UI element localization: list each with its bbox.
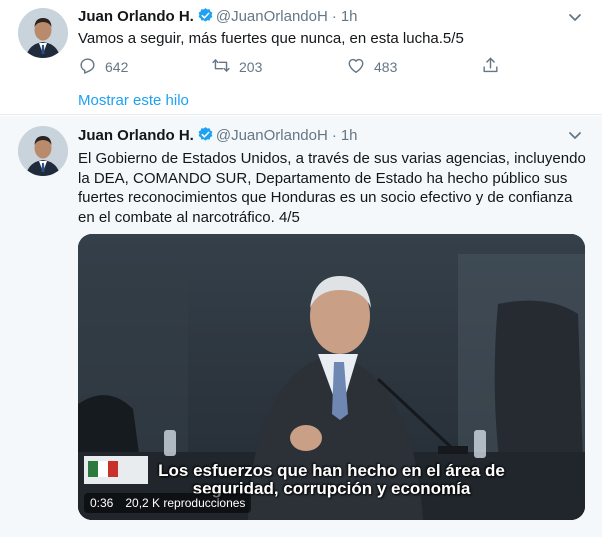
like-button[interactable]: 483 bbox=[346, 56, 397, 78]
share-icon bbox=[481, 56, 508, 78]
verified-badge-icon bbox=[197, 7, 214, 30]
author-name[interactable]: Juan Orlando H. bbox=[78, 127, 194, 144]
reply-button[interactable]: 642 bbox=[78, 56, 128, 78]
tweet-text: El Gobierno de Estados Unidos, a través … bbox=[78, 149, 593, 227]
tweet-text: Vamos a seguir, más fuertes que nunca, e… bbox=[78, 30, 464, 47]
avatar[interactable] bbox=[18, 8, 68, 58]
tweet-text-line: El Gobierno de Estados Unidos, a través … bbox=[78, 150, 586, 167]
video-player[interactable]: Los esfuerzos que han hecho en el área d… bbox=[78, 234, 585, 520]
tweet-text-line: fuertes reconocimientos que Honduras es … bbox=[78, 189, 573, 206]
separator-dot: · bbox=[331, 8, 337, 25]
reply-icon bbox=[78, 56, 105, 78]
separator-dot: · bbox=[331, 127, 337, 144]
author-name[interactable]: Juan Orlando H. bbox=[78, 8, 194, 25]
like-count: 483 bbox=[374, 59, 398, 75]
verified-badge-icon bbox=[197, 126, 214, 149]
tweet-5-of-5[interactable]: Juan Orlando H. @JuanOrlandoH · 1h Vamos a … bbox=[0, 0, 602, 115]
retweet-icon bbox=[211, 56, 239, 78]
show-thread-link[interactable]: Mostrar este hilo bbox=[78, 92, 189, 109]
chevron-down-icon[interactable] bbox=[566, 126, 584, 144]
tweet-text-line: la DEA, COMANDO SUR, Departamento de Est… bbox=[78, 169, 568, 187]
tweet-4-of-5[interactable]: Juan Orlando H. @JuanOrlandoH · 1h El Gobie… bbox=[0, 116, 602, 537]
tweet-header: Juan Orlando H. @JuanOrlandoH · 1h bbox=[78, 126, 358, 149]
author-handle[interactable]: @JuanOrlandoH bbox=[216, 8, 328, 25]
reply-count: 642 bbox=[105, 59, 129, 75]
video-subtitle-line: Los esfuerzos que han hecho en el área d… bbox=[158, 461, 505, 480]
tweet-actions: 642 203 483 bbox=[78, 56, 518, 78]
chevron-down-icon[interactable] bbox=[566, 8, 584, 26]
video-duration: 0:36 bbox=[90, 496, 114, 510]
tweet-text-line: en el combate al narcotráfico. 4/5 bbox=[78, 208, 300, 226]
share-button[interactable] bbox=[481, 56, 508, 78]
video-view-count: 20,2 K reproducciones bbox=[125, 496, 246, 510]
tweet-timestamp[interactable]: 1h bbox=[341, 8, 358, 25]
like-heart-icon bbox=[346, 56, 374, 78]
retweet-button[interactable]: 203 bbox=[211, 56, 262, 78]
author-handle[interactable]: @JuanOrlandoH bbox=[216, 127, 328, 144]
avatar[interactable] bbox=[18, 126, 68, 176]
video-info-badge: 0:36 20,2 K reproducciones bbox=[84, 493, 252, 513]
tweet-header: Juan Orlando H. @JuanOrlandoH · 1h bbox=[78, 7, 358, 30]
retweet-count: 203 bbox=[239, 59, 263, 75]
tweet-timestamp[interactable]: 1h bbox=[341, 127, 358, 144]
